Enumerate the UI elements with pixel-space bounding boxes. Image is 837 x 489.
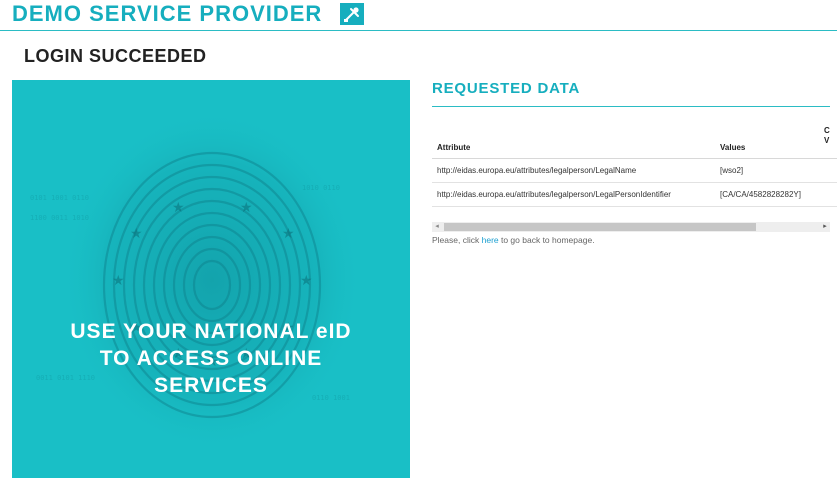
tools-icon	[340, 3, 364, 25]
value-cell: [CA/CA/4582828282Y]	[715, 182, 819, 207]
attribute-cell: http://eidas.europa.eu/attributes/legalp…	[432, 182, 715, 207]
table-row: http://eidas.europa.eu/attributes/legalp…	[432, 158, 837, 183]
back-prefix: Please, click	[432, 235, 482, 245]
table-header-row: Attribute Values C V	[432, 126, 837, 159]
svg-text:★: ★	[300, 273, 313, 289]
requested-data-table: Attribute Values C V http://eidas.europa…	[432, 126, 837, 207]
table-horizontal-scrollbar[interactable]: ◂ ▸	[432, 222, 830, 232]
svg-text:★: ★	[130, 226, 143, 242]
table-row: http://eidas.europa.eu/attributes/legalp…	[432, 182, 837, 207]
column-header-truncated: C V	[819, 126, 837, 159]
svg-text:1010 0110: 1010 0110	[302, 184, 340, 192]
extra-cell	[819, 182, 837, 207]
column-header-attribute: Attribute	[432, 126, 715, 159]
section-divider	[432, 106, 830, 107]
requested-data-title: REQUESTED DATA	[432, 80, 581, 97]
fingerprint-image: ★ ★ ★ ★ ★ ★ ★ ★ ★ ★ ★ 0101 1001 0110 110…	[30, 110, 362, 450]
extra-cell	[819, 158, 837, 183]
promo-line-2: TO ACCESS ONLINE	[99, 347, 323, 370]
svg-text:★: ★	[112, 273, 125, 289]
promo-banner: ★ ★ ★ ★ ★ ★ ★ ★ ★ ★ ★ 0101 1001 0110 110…	[12, 80, 410, 478]
attribute-cell: http://eidas.europa.eu/attributes/legalp…	[432, 158, 715, 183]
svg-text:★: ★	[172, 200, 185, 216]
svg-text:★: ★	[282, 226, 295, 242]
homepage-link[interactable]: here	[482, 235, 499, 245]
svg-text:1100 0011 1010: 1100 0011 1010	[30, 214, 89, 222]
scroll-left-arrow-icon[interactable]: ◂	[432, 222, 442, 232]
scrollbar-thumb[interactable]	[444, 223, 756, 231]
back-to-home-text: Please, click here to go back to homepag…	[432, 234, 595, 246]
promo-text: USE YOUR NATIONAL eID TO ACCESS ONLINE S…	[12, 318, 410, 399]
scroll-right-arrow-icon[interactable]: ▸	[820, 222, 830, 232]
header-bar: DEMO SERVICE PROVIDER	[0, 0, 837, 31]
value-cell: [wso2]	[715, 158, 819, 183]
column-header-values: Values	[715, 126, 819, 159]
app-title: DEMO SERVICE PROVIDER	[12, 1, 323, 26]
back-suffix: to go back to homepage.	[498, 235, 595, 245]
svg-text:★: ★	[240, 200, 253, 216]
requested-data-table-container: Attribute Values C V http://eidas.europa…	[432, 126, 837, 210]
svg-text:0101 1001 0110: 0101 1001 0110	[30, 194, 89, 202]
page-title: LOGIN SUCCEEDED	[24, 46, 207, 66]
promo-line-1: USE YOUR NATIONAL eID	[70, 320, 352, 343]
promo-line-3: SERVICES	[154, 374, 268, 397]
